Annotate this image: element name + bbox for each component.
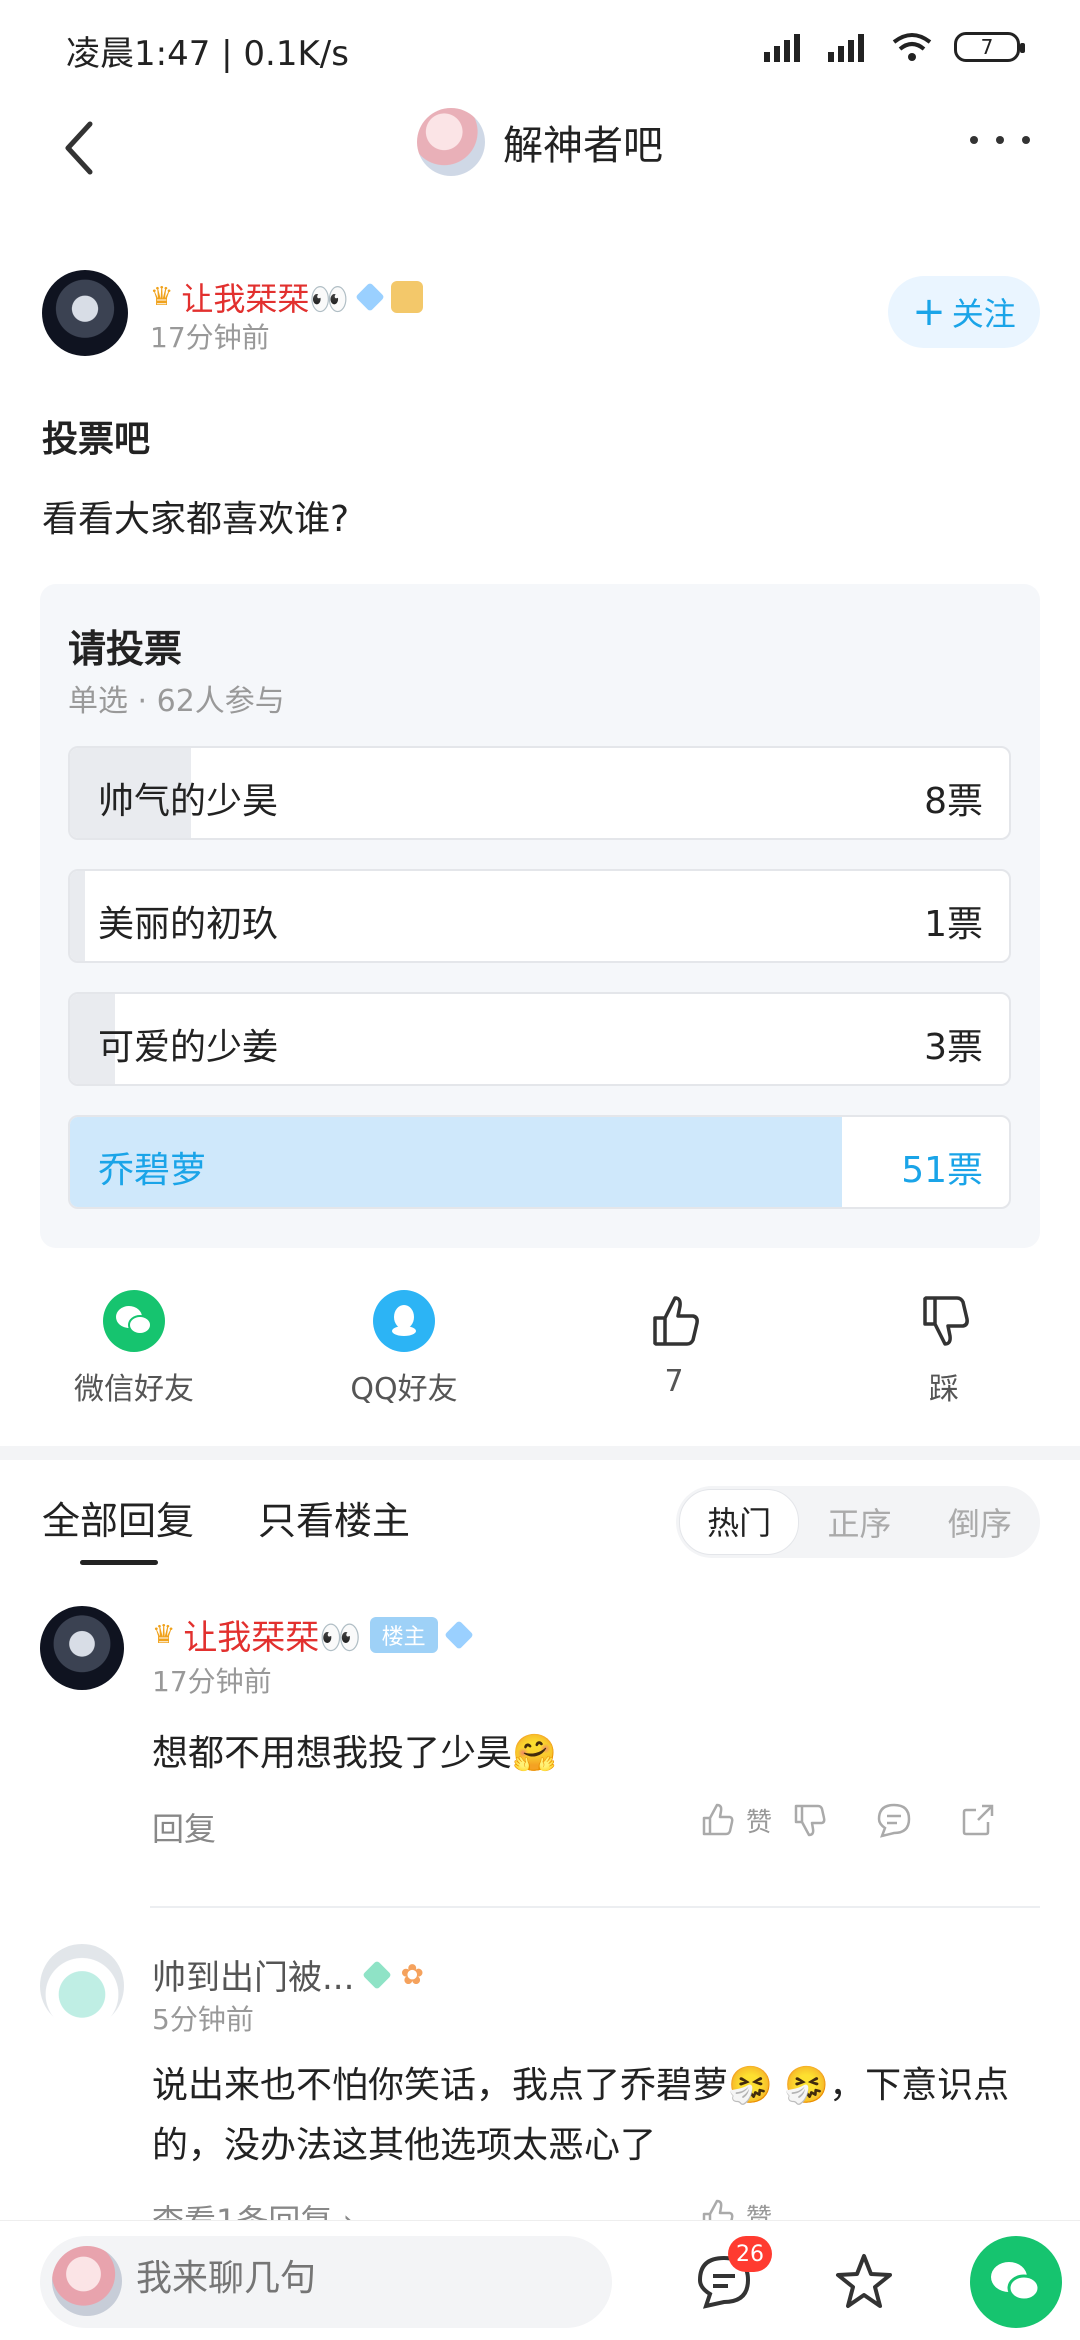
wifi-icon (892, 33, 932, 61)
dislike-label: 踩 (929, 1372, 959, 1407)
comment-avatar[interactable] (40, 1606, 124, 1690)
post-title: 投票吧 (42, 419, 151, 460)
comment-author[interactable]: 帅到出门被... (152, 1950, 354, 1999)
comment-actions: 赞 (698, 1800, 998, 1840)
status-icons: 7 (762, 30, 1025, 64)
comment-icon[interactable] (874, 1800, 914, 1840)
emoji-badge-icon: ✿ (400, 1958, 424, 1991)
tab-indicator (80, 1560, 158, 1565)
forum-title: 解神者吧 (503, 123, 663, 169)
message-count-badge: 26 (728, 2236, 772, 2272)
thumbs-down-icon (923, 1296, 969, 1346)
reply-link[interactable]: 回复 (152, 1804, 216, 1850)
post-time: 17分钟前 (150, 321, 270, 354)
follow-label: 关注 (951, 295, 1016, 333)
level-gem-icon (443, 1619, 474, 1650)
vote-option-count: 3票 (924, 1027, 983, 1068)
like-count: 7 (664, 1364, 684, 1399)
comment-text: 说出来也不怕你笑话，我点了乔碧萝🤧 🤧，下意识点的，没办法这其他选项太恶心了 (152, 2065, 1010, 2166)
vote-option-label: 帅气的少昊 (98, 781, 279, 822)
vote-option[interactable]: 乔碧萝 51票 (68, 1115, 1011, 1209)
share-wechat-button[interactable]: 微信好友 (34, 1290, 234, 1408)
follow-button[interactable]: + 关注 (888, 276, 1040, 348)
section-divider (0, 1446, 1080, 1460)
top-nav: 解神者吧 (0, 100, 1080, 210)
my-avatar (52, 2246, 122, 2316)
dislike-button[interactable]: 踩 (844, 1290, 1044, 1408)
author-name-row: ♛ 让我栞栞👀 (150, 274, 424, 320)
tab-op-only[interactable]: 只看楼主 (258, 1490, 410, 1545)
comment-name-row: ♛ 让我栞栞👀 楼主 (152, 1610, 474, 1659)
vote-option-label: 美丽的初玖 (98, 904, 279, 945)
battery-icon: 7 (954, 32, 1025, 62)
member-badge-icon (391, 281, 424, 313)
comment-like-label: 赞 (746, 1807, 773, 1838)
crown-icon: ♛ (152, 1619, 176, 1650)
op-badge: 楼主 (369, 1616, 438, 1653)
vote-title: 请投票 (68, 627, 183, 671)
vote-option-label: 乔碧萝 (98, 1150, 207, 1191)
comment-time: 5分钟前 (152, 2003, 254, 2036)
sort-hot[interactable]: 热门 (679, 1489, 800, 1555)
like-button[interactable]: 7 (574, 1290, 774, 1399)
post-body: 看看大家都喜欢谁? (42, 499, 350, 540)
author-avatar[interactable] (42, 270, 128, 356)
wechat-icon (991, 2262, 1041, 2302)
comment-name-row: 帅到出门被... ✿ (152, 1950, 424, 1999)
vote-option-fill (70, 871, 86, 961)
status-time: 凌晨1:47 | 0.1K/s (66, 34, 349, 74)
level-gem-icon (362, 1959, 393, 1990)
forum-header[interactable]: 解神者吧 (0, 108, 1080, 176)
forum-avatar (417, 108, 485, 176)
vote-option-count: 51票 (901, 1150, 983, 1191)
author-name[interactable]: 让我栞栞👀 (181, 274, 349, 320)
share-icon[interactable] (958, 1800, 998, 1840)
thumbs-up-icon (653, 1296, 699, 1346)
thumbs-up-icon (702, 1803, 734, 1836)
wechat-icon (103, 1290, 165, 1352)
comment-text: 想都不用想我投了少昊🤗 (152, 1733, 557, 1774)
thumbs-down-icon[interactable] (790, 1800, 830, 1840)
comment-time: 17分钟前 (152, 1665, 272, 1698)
comment-author[interactable]: 让我栞栞👀 (183, 1610, 361, 1659)
vote-meta: 单选 · 62人参与 (68, 684, 285, 719)
signal-icon (828, 34, 864, 62)
plus-icon: + (912, 289, 946, 335)
comment-divider (150, 1906, 1040, 1908)
sort-toggle: 热门 正序 倒序 (676, 1486, 1040, 1558)
signal-icon (764, 34, 800, 62)
level-gem-icon (355, 282, 385, 312)
crown-icon: ♛ (150, 282, 174, 312)
sort-asc[interactable]: 正序 (799, 1499, 919, 1545)
sort-desc[interactable]: 倒序 (920, 1499, 1040, 1545)
share-qq-label: QQ好友 (350, 1372, 458, 1407)
chat-input[interactable] (136, 2258, 596, 2299)
tab-all-replies[interactable]: 全部回复 (42, 1490, 194, 1545)
comment-avatar[interactable] (40, 1944, 124, 2028)
share-wechat-label: 微信好友 (74, 1372, 194, 1407)
qq-icon (373, 1290, 435, 1352)
vote-option-label: 可爱的少姜 (98, 1027, 279, 1068)
status-bar: 凌晨1:47 | 0.1K/s 7 (0, 0, 1080, 100)
vote-option[interactable]: 可爱的少姜 3票 (68, 992, 1011, 1086)
vote-option[interactable]: 帅气的少昊 8票 (68, 746, 1011, 840)
vote-option-count: 1票 (924, 904, 983, 945)
vote-option-count: 8票 (924, 781, 983, 822)
star-icon[interactable] (832, 2250, 896, 2314)
comment-like-button[interactable]: 赞 (698, 1800, 772, 1840)
vote-option[interactable]: 美丽的初玖 1票 (68, 869, 1011, 963)
wechat-share-button[interactable] (970, 2236, 1062, 2328)
share-qq-button[interactable]: QQ好友 (304, 1290, 504, 1408)
more-icon[interactable] (970, 130, 1030, 150)
